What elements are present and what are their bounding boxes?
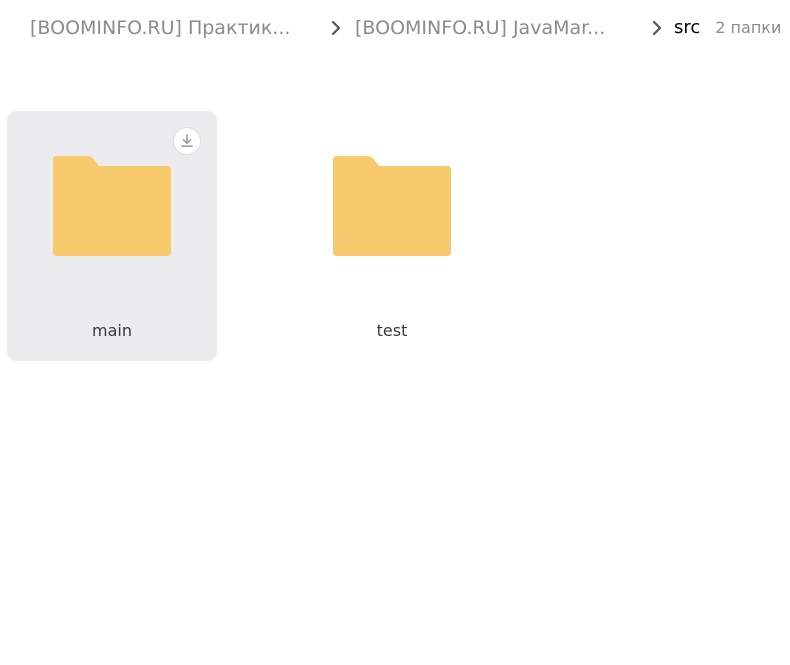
download-button[interactable] xyxy=(173,127,201,155)
folder-icon xyxy=(333,156,451,256)
breadcrumb-current: src xyxy=(674,17,701,38)
breadcrumb-item-1[interactable]: [BOOMINFO.RU] Практик... xyxy=(30,14,312,42)
folder-icon xyxy=(53,156,171,256)
breadcrumb-item-2[interactable]: [BOOMINFO.RU] JavaMar... xyxy=(355,14,633,42)
chevron-right-icon xyxy=(328,14,344,42)
file-browser: [BOOMINFO.RU] Практик... [BOOMINFO.RU] J… xyxy=(0,0,790,665)
item-count: 2 папки xyxy=(715,18,782,37)
folder-name: test xyxy=(376,321,408,340)
chevron-right-icon xyxy=(649,14,665,42)
folder-name: main xyxy=(92,321,132,340)
folder-tile-test[interactable]: test xyxy=(287,111,497,361)
folder-tile-main[interactable]: main xyxy=(7,111,217,361)
breadcrumb: [BOOMINFO.RU] Практик... [BOOMINFO.RU] J… xyxy=(30,14,790,42)
download-icon xyxy=(181,134,193,147)
